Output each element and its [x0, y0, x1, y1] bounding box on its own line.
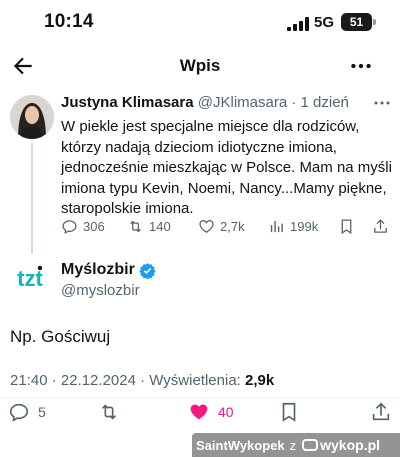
bookmark-icon [341, 218, 352, 234]
network-label: 5G [314, 14, 335, 31]
reply-icon [9, 403, 29, 422]
main-retweet-button[interactable] [98, 402, 128, 422]
parent-tweet-header: Justyna Klimasara @JKlimasara · 1 dzień [61, 94, 349, 111]
parent-tweet-text: W piekle jest specjalne miejsce dla rodz… [61, 118, 392, 217]
verified-badge-icon [139, 262, 156, 279]
watermark: SaintWykopek z wykop.pl [196, 437, 380, 453]
author-name[interactable]: Justyna Klimasara [61, 94, 194, 111]
retweet-icon [101, 404, 117, 420]
author-handle[interactable]: @JKlimasara [198, 94, 287, 111]
wykop-icon [302, 439, 319, 451]
status-time: 10:14 [44, 11, 94, 32]
share-icon [372, 402, 390, 421]
heart-filled-icon [190, 404, 208, 420]
views-count: 199k [290, 218, 319, 234]
main-author-name-row[interactable]: Myślozbir [61, 261, 156, 279]
battery-icon: 51 [341, 13, 372, 31]
reply-icon [62, 219, 77, 234]
main-tweet-text: Np. Gościwuj [10, 327, 111, 346]
main-author-name[interactable]: Myślozbir [61, 261, 135, 279]
separator-dot: · [291, 94, 297, 111]
tweet-more-icon[interactable] [372, 95, 392, 111]
main-reply-count: 5 [38, 404, 46, 420]
tweet-timestamp: 21:40 · 22.12.2024 · Wyświetlenia: [10, 372, 245, 389]
main-share-button[interactable] [370, 402, 400, 422]
myslozbir-logo-icon[interactable]: tzt [10, 262, 50, 292]
watermark-connector: z [289, 437, 297, 453]
wykop-logo: wykop.pl [302, 437, 380, 453]
heart-icon [199, 219, 214, 233]
share-icon [374, 218, 387, 233]
divider [0, 397, 400, 398]
main-tweet-actions: 5 40 [0, 402, 400, 426]
page-title: Wpis [179, 56, 221, 75]
reply-count: 306 [83, 218, 105, 234]
watermark-site: wykop.pl [320, 437, 381, 453]
retweet-button[interactable]: 140 [127, 216, 171, 236]
main-bookmark-button[interactable] [278, 402, 308, 422]
main-author-handle[interactable]: @myslozbir [61, 282, 140, 299]
main-views-count[interactable]: 2,9k [245, 372, 274, 389]
battery-tip [373, 19, 376, 25]
like-count: 2,7k [220, 218, 245, 234]
more-options-icon[interactable] [348, 53, 374, 79]
signal-icon [287, 17, 309, 31]
main-like-count: 40 [218, 404, 234, 420]
like-button[interactable]: 2,7k [198, 216, 245, 236]
main-reply-button[interactable]: 5 [8, 402, 46, 422]
status-bar: 10:14 5G 51 [0, 0, 400, 44]
bookmark-button[interactable] [338, 216, 360, 236]
parent-tweet-actions: 306 140 2,7k 199k [0, 216, 400, 236]
main-like-button[interactable]: 40 [188, 402, 234, 422]
retweet-icon [130, 220, 141, 232]
reply-button[interactable]: 306 [61, 216, 105, 236]
views-chart-icon [270, 220, 283, 232]
avatar[interactable] [10, 95, 54, 139]
tweet-meta: 21:40 · 22.12.2024 · Wyświetlenia: 2,9k [10, 372, 274, 389]
watermark-user: SaintWykopek [196, 437, 285, 453]
tweet-time: 1 dzień [300, 94, 349, 111]
share-button[interactable] [372, 216, 394, 236]
thread-line [31, 143, 33, 254]
retweet-count: 140 [149, 218, 171, 234]
top-header: Wpis [0, 44, 400, 88]
bookmark-icon [282, 402, 296, 422]
views-button[interactable]: 199k [268, 216, 318, 236]
